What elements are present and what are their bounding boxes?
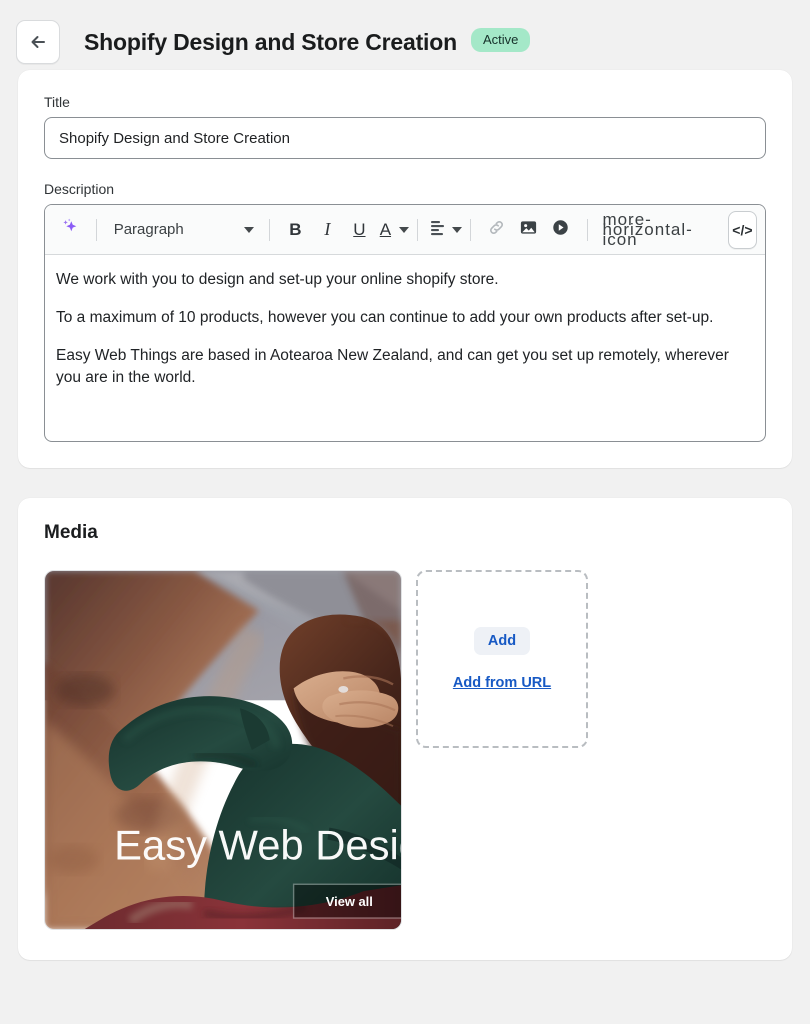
block-format-value: Paragraph <box>113 221 184 238</box>
toolbar-divider <box>96 218 97 241</box>
media-dropzone[interactable]: Add Add from URL <box>416 570 588 748</box>
italic-button[interactable]: I <box>312 213 342 247</box>
align-left-icon <box>429 218 447 241</box>
status-badge: Active <box>470 28 531 52</box>
link-button[interactable] <box>482 213 512 247</box>
insert-video-button[interactable] <box>546 213 576 247</box>
thumbnail-overlay-button-label: View all <box>326 894 373 909</box>
text-color-label: A <box>379 219 392 239</box>
page-title: Shopify Design and Store Creation <box>84 28 457 55</box>
code-icon: </> <box>732 221 753 238</box>
chevron-down-icon <box>399 226 410 233</box>
description-editor-body[interactable]: We work with you to design and set-up yo… <box>45 255 765 441</box>
back-button[interactable] <box>16 20 60 64</box>
page-header: Shopify Design and Store Creation Active <box>0 0 810 70</box>
media-heading: Media <box>44 522 98 543</box>
align-button[interactable] <box>429 213 462 247</box>
media-list: Easy Web Design View all Add Add from UR… <box>44 570 766 930</box>
more-horizontal-icon: more-horizontal-icon <box>602 209 693 249</box>
code-view-button[interactable]: </> <box>727 210 758 249</box>
editor-toolbar: Paragraph B I U A more-horizontal-icon <… <box>45 205 765 255</box>
add-from-url-link[interactable]: Add from URL <box>453 675 551 691</box>
details-card: Title Description Paragraph <box>18 70 792 468</box>
media-card: Media Easy Web Desi View all Add Add fro… <box>18 498 792 960</box>
chevron-down-icon <box>451 226 462 233</box>
block-format-select[interactable]: Paragraph <box>108 213 258 247</box>
text-color-button[interactable]: A <box>376 213 410 247</box>
add-media-button[interactable]: Add <box>473 627 531 655</box>
thumbnail-overlay-title: Easy Web Design <box>114 821 401 868</box>
ai-assist-button[interactable] <box>55 213 85 247</box>
image-icon <box>519 218 538 242</box>
description-paragraph: We work with you to design and set-up yo… <box>56 271 499 288</box>
insert-image-button[interactable] <box>514 213 544 247</box>
description-label: Description <box>44 181 115 197</box>
chevron-down-icon <box>243 226 254 233</box>
toolbar-divider <box>268 218 270 241</box>
bold-button[interactable]: B <box>280 213 310 247</box>
arrow-left-icon <box>28 32 48 52</box>
description-paragraph: To a maximum of 10 products, however you… <box>56 309 714 326</box>
more-options-button[interactable]: more-horizontal-icon <box>598 209 725 249</box>
underline-button[interactable]: U <box>344 213 374 247</box>
rich-text-editor: Paragraph B I U A more-horizontal-icon <… <box>44 204 766 442</box>
media-thumbnail[interactable]: Easy Web Design View all <box>44 570 402 930</box>
toolbar-divider <box>586 218 588 241</box>
title-input[interactable] <box>44 117 766 159</box>
video-play-icon <box>551 218 570 242</box>
sparkle-icon <box>60 217 80 242</box>
product-detail-page: Shopify Design and Store Creation Active… <box>0 0 810 1024</box>
toolbar-divider <box>470 218 471 241</box>
media-thumbnail-image: Easy Web Design View all <box>45 571 401 929</box>
title-label: Title <box>44 94 70 110</box>
toolbar-divider <box>417 218 419 241</box>
description-paragraph: Easy Web Things are based in Aotearoa Ne… <box>56 347 729 386</box>
link-icon <box>487 218 506 242</box>
